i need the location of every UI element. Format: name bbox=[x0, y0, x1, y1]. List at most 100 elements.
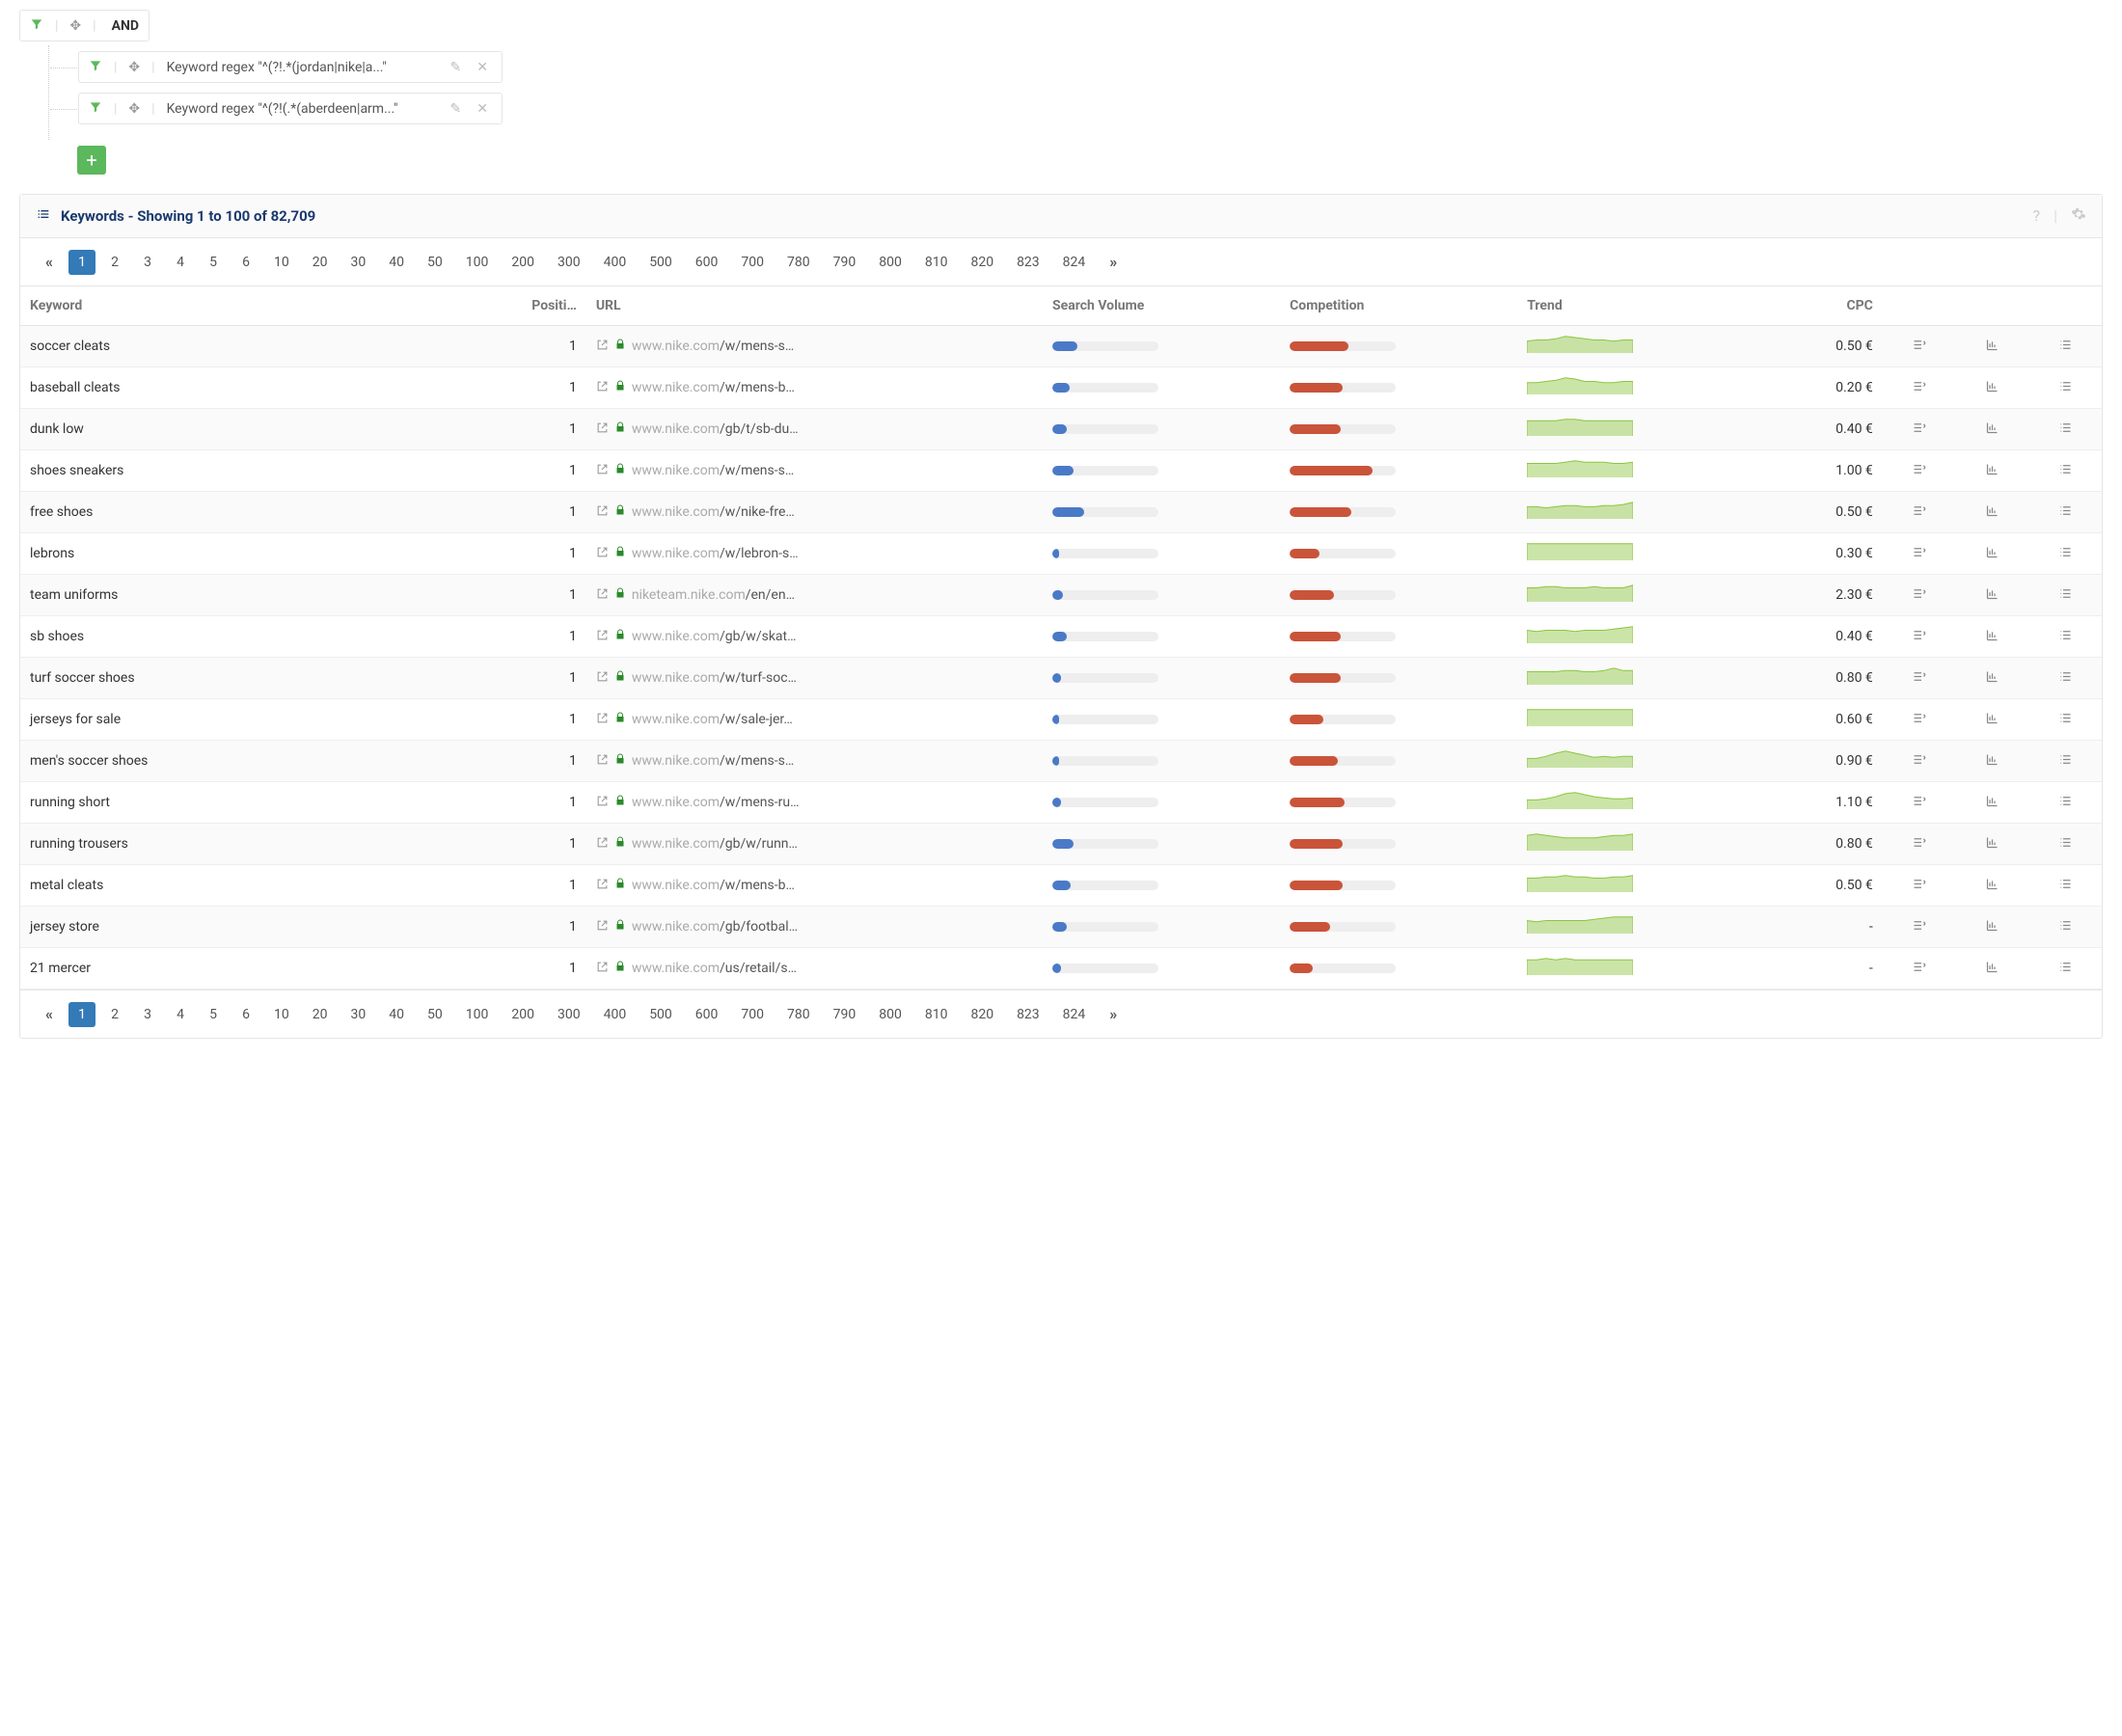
chart-icon[interactable] bbox=[1985, 465, 2000, 480]
move-icon[interactable]: ✥ bbox=[128, 60, 140, 75]
list-icon[interactable] bbox=[2058, 423, 2073, 439]
page-number[interactable]: 5 bbox=[200, 250, 227, 275]
page-number[interactable]: 4 bbox=[167, 250, 194, 275]
list-icon[interactable] bbox=[2058, 340, 2073, 356]
page-number[interactable]: 200 bbox=[503, 1002, 543, 1027]
external-link-icon[interactable] bbox=[596, 504, 609, 521]
page-number[interactable]: 300 bbox=[549, 250, 589, 275]
detail-icon[interactable] bbox=[1912, 340, 1926, 356]
col-cpc[interactable]: CPC bbox=[1755, 286, 1883, 326]
detail-icon[interactable] bbox=[1912, 548, 1926, 563]
detail-icon[interactable] bbox=[1912, 714, 1926, 729]
chart-icon[interactable] bbox=[1985, 506, 2000, 522]
pencil-icon[interactable]: ✎ bbox=[447, 60, 466, 75]
page-number[interactable]: 780 bbox=[778, 1002, 819, 1027]
external-link-icon[interactable] bbox=[596, 587, 609, 604]
page-number[interactable]: 1 bbox=[68, 1002, 95, 1027]
page-number[interactable]: 800 bbox=[870, 250, 911, 275]
list-icon[interactable] bbox=[2058, 921, 2073, 936]
external-link-icon[interactable] bbox=[596, 712, 609, 728]
list-icon[interactable] bbox=[2058, 714, 2073, 729]
detail-icon[interactable] bbox=[1912, 423, 1926, 439]
list-icon[interactable] bbox=[2058, 755, 2073, 771]
detail-icon[interactable] bbox=[1912, 880, 1926, 895]
external-link-icon[interactable] bbox=[596, 629, 609, 645]
detail-icon[interactable] bbox=[1912, 755, 1926, 771]
list-icon[interactable] bbox=[2058, 589, 2073, 605]
page-number[interactable]: 400 bbox=[595, 1002, 636, 1027]
external-link-icon[interactable] bbox=[596, 919, 609, 936]
list-icon[interactable] bbox=[2058, 838, 2073, 854]
external-link-icon[interactable] bbox=[596, 961, 609, 977]
move-icon[interactable]: ✥ bbox=[69, 18, 81, 34]
page-number[interactable]: 600 bbox=[687, 1002, 727, 1027]
external-link-icon[interactable] bbox=[596, 421, 609, 438]
page-number[interactable]: 6 bbox=[232, 250, 259, 275]
page-number[interactable]: 10 bbox=[265, 1002, 298, 1027]
page-number[interactable]: 5 bbox=[200, 1002, 227, 1027]
page-number[interactable]: 40 bbox=[380, 250, 413, 275]
help-icon[interactable]: ? bbox=[2033, 206, 2041, 226]
chart-icon[interactable] bbox=[1985, 921, 2000, 936]
list-icon[interactable] bbox=[2058, 880, 2073, 895]
page-number[interactable]: 823 bbox=[1008, 1002, 1048, 1027]
page-number[interactable]: 200 bbox=[503, 250, 543, 275]
page-first[interactable]: « bbox=[36, 1000, 63, 1028]
col-keyword[interactable]: Keyword bbox=[20, 286, 458, 326]
page-number[interactable]: 40 bbox=[380, 1002, 413, 1027]
close-icon[interactable]: ✕ bbox=[473, 60, 492, 75]
page-number[interactable]: 700 bbox=[732, 1002, 773, 1027]
page-number[interactable]: 10 bbox=[265, 250, 298, 275]
col-url[interactable]: URL bbox=[586, 286, 1043, 326]
chart-icon[interactable] bbox=[1985, 797, 2000, 812]
chart-icon[interactable] bbox=[1985, 880, 2000, 895]
list-icon[interactable] bbox=[2058, 963, 2073, 978]
page-number[interactable]: 6 bbox=[232, 1002, 259, 1027]
list-icon[interactable] bbox=[2058, 382, 2073, 397]
page-number[interactable]: 300 bbox=[549, 1002, 589, 1027]
detail-icon[interactable] bbox=[1912, 963, 1926, 978]
page-number[interactable]: 50 bbox=[419, 1002, 451, 1027]
move-icon[interactable]: ✥ bbox=[128, 101, 140, 117]
chart-icon[interactable] bbox=[1985, 755, 2000, 771]
external-link-icon[interactable] bbox=[596, 380, 609, 396]
detail-icon[interactable] bbox=[1912, 672, 1926, 688]
chart-icon[interactable] bbox=[1985, 631, 2000, 646]
external-link-icon[interactable] bbox=[596, 546, 609, 562]
external-link-icon[interactable] bbox=[596, 878, 609, 894]
chart-icon[interactable] bbox=[1985, 340, 2000, 356]
external-link-icon[interactable] bbox=[596, 836, 609, 853]
detail-icon[interactable] bbox=[1912, 631, 1926, 646]
list-icon[interactable] bbox=[2058, 465, 2073, 480]
page-number[interactable]: 50 bbox=[419, 250, 451, 275]
page-first[interactable]: « bbox=[36, 248, 63, 276]
page-number[interactable]: 30 bbox=[342, 1002, 375, 1027]
page-number[interactable]: 100 bbox=[457, 250, 498, 275]
gear-icon[interactable] bbox=[2071, 206, 2086, 226]
detail-icon[interactable] bbox=[1912, 921, 1926, 936]
page-number[interactable]: 2 bbox=[101, 250, 128, 275]
col-position[interactable]: Positi… bbox=[458, 286, 586, 326]
page-number[interactable]: 500 bbox=[640, 1002, 681, 1027]
add-filter-button[interactable]: + bbox=[77, 146, 106, 175]
chart-icon[interactable] bbox=[1985, 423, 2000, 439]
page-number[interactable]: 4 bbox=[167, 1002, 194, 1027]
list-icon[interactable] bbox=[2058, 672, 2073, 688]
external-link-icon[interactable] bbox=[596, 463, 609, 479]
page-number[interactable]: 790 bbox=[825, 1002, 865, 1027]
page-number[interactable]: 810 bbox=[916, 250, 957, 275]
external-link-icon[interactable] bbox=[596, 670, 609, 687]
chart-icon[interactable] bbox=[1985, 963, 2000, 978]
pencil-icon[interactable]: ✎ bbox=[447, 101, 466, 117]
col-volume[interactable]: Search Volume bbox=[1043, 286, 1280, 326]
page-number[interactable]: 823 bbox=[1008, 250, 1048, 275]
page-number[interactable]: 20 bbox=[304, 250, 337, 275]
page-number[interactable]: 100 bbox=[457, 1002, 498, 1027]
detail-icon[interactable] bbox=[1912, 506, 1926, 522]
detail-icon[interactable] bbox=[1912, 838, 1926, 854]
chart-icon[interactable] bbox=[1985, 672, 2000, 688]
chart-icon[interactable] bbox=[1985, 589, 2000, 605]
external-link-icon[interactable] bbox=[596, 753, 609, 770]
page-number[interactable]: 820 bbox=[962, 1002, 1002, 1027]
page-last[interactable]: » bbox=[1100, 248, 1127, 276]
